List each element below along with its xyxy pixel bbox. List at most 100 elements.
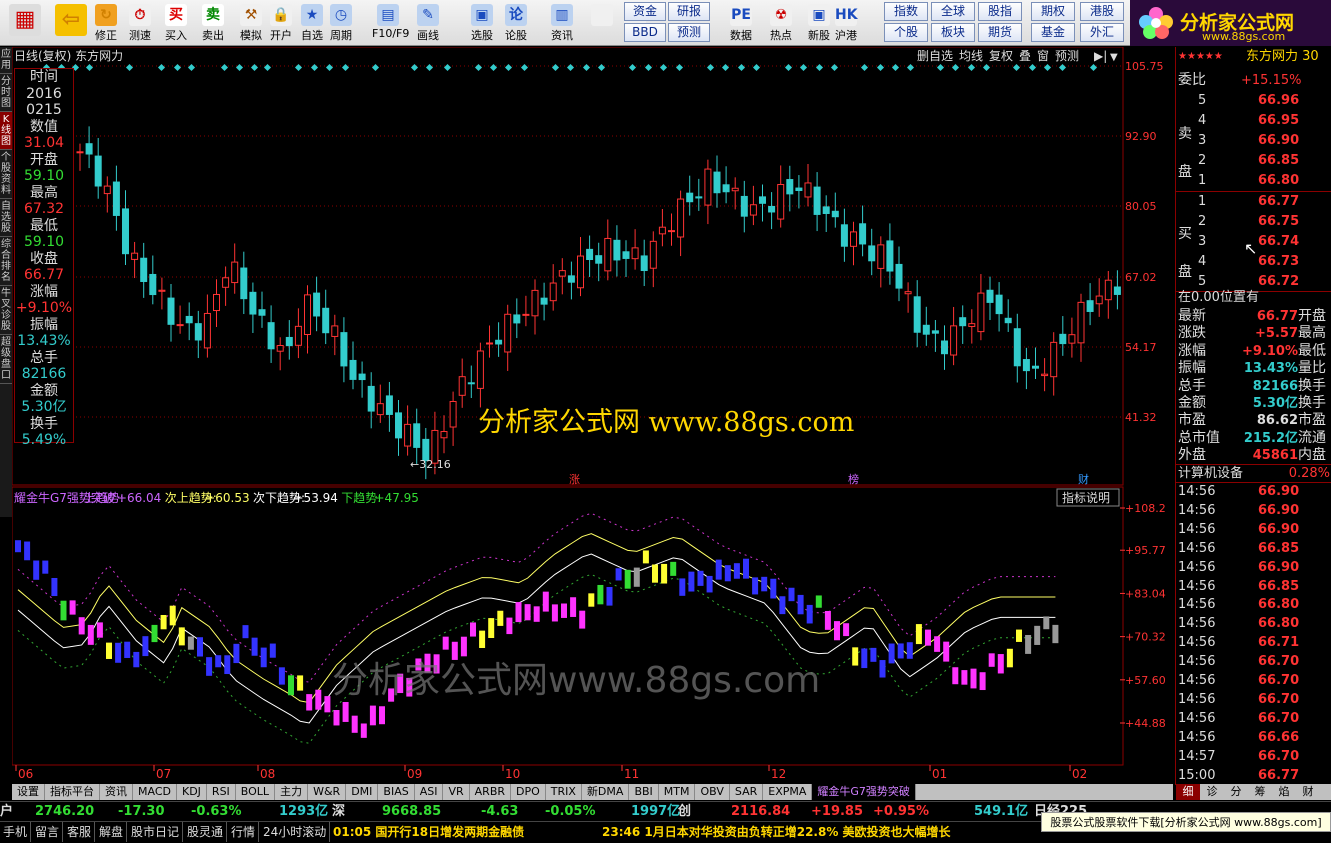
kline-chart-area[interactable]: 日线(复权) 东方网力 删自选 均线 复权叠窗预测 ▶| ▼ 105.75 92.90 80.0… [11,46,1173,797]
toolbar-btn-12[interactable]: ▣ 选股 [466,2,498,44]
buy-level-row[interactable]: 1 66.77 [1176,192,1331,211]
ad-banner[interactable]: 股票公式股票软件下载[分析家公式网 www.88gs.com] [1041,812,1331,832]
news-headline-1[interactable]: 01:05 国开行18日增发两期金融债 [333,822,524,842]
news-nav-4[interactable]: 股市日记 [128,822,184,842]
toolbar-btn-6[interactable]: ⚒ 模拟 [235,2,267,44]
news-nav-0[interactable]: 手机 [0,822,32,842]
indicator-tab-9[interactable]: DMI [346,784,379,800]
indicator-tab-12[interactable]: VR [443,784,470,800]
rpanel-tab-2[interactable]: 分 [1224,784,1248,800]
toolbar-btn-15[interactable] [586,2,618,44]
toolbar-grid-4[interactable]: 指数 [884,2,928,21]
rpanel-tab-3[interactable]: 筹 [1248,784,1272,800]
indicator-tab-4[interactable]: KDJ [177,784,207,800]
indicator-tab-21[interactable]: EXPMA [763,784,813,800]
sidebar-tab-7[interactable]: 超级盘口 [0,335,12,384]
toolbar-grid-9[interactable]: 个股 [884,23,928,42]
toolbar-grid-2[interactable]: BBD [624,23,666,42]
indicator-tab-22[interactable]: 耀金牛G7强势突破 [812,784,916,800]
indicator-tab-5[interactable]: RSI [207,784,236,800]
indicator-tab-20[interactable]: SAR [730,784,764,800]
toolbar-grid-0[interactable]: 资金 [624,2,666,21]
indicator-tab-11[interactable]: ASI [415,784,444,800]
toolbar-btn-1[interactable]: ⇦ [50,2,92,44]
sidebar-tab-4[interactable]: 自选股 [0,199,12,237]
toolbar-btn-9[interactable]: ◷ 周期 [325,2,357,44]
news-nav-5[interactable]: 股灵通 [184,822,228,842]
sidebar-tab-0[interactable]: 应用 [0,47,12,74]
toolbar-btn-13[interactable]: 论论股堂 [500,2,532,58]
chart-canvas[interactable]: 日线(复权) 东方网力 删自选 均线 复权叠窗预测 ▶| ▼ 105.75 92.90 80.0… [11,46,1173,785]
chart-menu-3[interactable]: 叠 [1019,49,1031,63]
rpanel-tab-0[interactable]: 细 [1176,784,1200,800]
toolbar-grid-11[interactable]: 期货 [978,23,1022,42]
dropdown-icon[interactable]: ▼ [1110,52,1118,63]
toolbar-grid-10[interactable]: 板块 [931,23,975,42]
indicator-tab-14[interactable]: DPO [511,784,546,800]
toolbar-btn-5[interactable]: 卖卖出 [197,2,229,44]
sell-level-row[interactable]: 2 66.85 [1176,151,1331,170]
sell-level-row[interactable]: 5 66.96 [1176,91,1331,110]
toolbar-grid-12[interactable]: 基金 [1031,23,1075,42]
toolbar-btn-17[interactable]: PE 数据 [725,2,757,44]
toolbar-grid-6[interactable]: 股指 [978,2,1022,21]
toolbar-btn-14[interactable]: ▥ 资讯 [546,2,578,44]
sell-level-row[interactable]: 1 66.80 [1176,171,1331,190]
sell-level-row[interactable]: 4 66.95 [1176,111,1331,130]
play-icon[interactable]: ▶| [1094,49,1107,63]
indicator-tab-6[interactable]: BOLL [236,784,276,800]
toolbar-btn-2[interactable]: ↻ 修正 [90,2,122,44]
indicator-tab-1[interactable]: 指标平台 [45,784,100,800]
news-nav-6[interactable]: 行情 [228,822,260,842]
toolbar-grid-13[interactable]: 外汇 [1080,23,1124,42]
toolbar-grid-3[interactable]: 预测 [668,23,710,42]
chart-menu-2[interactable]: 复权 [989,49,1013,63]
indicator-tab-7[interactable]: 主力 [275,784,309,800]
chart-menu-5[interactable]: 预测 [1055,49,1079,63]
toolbar-grid-1[interactable]: 研报 [668,2,710,21]
news-nav-7[interactable]: 24小时滚动 [260,822,331,842]
toolbar-grid-7[interactable]: 期权 [1031,2,1075,21]
sidebar-tab-6[interactable]: 牛叉诊股 [0,286,12,335]
news-nav-3[interactable]: 解盘 [96,822,128,842]
event-tag[interactable]: 涨 [569,473,580,486]
chart-menu-1[interactable]: 均线 [959,49,983,63]
news-headline-2[interactable]: 23:46 1月日本对华投资由负转正增22.8% 美欧投资也大幅增长 [602,822,951,842]
event-tag[interactable]: 榜 [848,472,859,486]
chart-menu-0[interactable]: 删自选 [917,49,953,63]
toolbar-grid-8[interactable]: 港股 [1080,2,1124,21]
news-nav-2[interactable]: 客服 [64,822,96,842]
indicator-tab-10[interactable]: BIAS [378,784,415,800]
toolbar-grid-5[interactable]: 全球 [931,2,975,21]
toolbar-btn-4[interactable]: 买买入 [160,2,192,44]
indicator-tab-2[interactable]: 资讯 [100,784,133,800]
toolbar-btn-11[interactable]: ✎ 画线 [412,2,444,44]
indicator-tab-8[interactable]: W&R [308,784,347,800]
toolbar-btn-8[interactable]: ★ 自选股 [296,2,328,58]
sidebar-tab-5[interactable]: 综合排名 [0,237,12,286]
sidebar-tab-3[interactable]: 个股资料 [0,150,12,199]
chart-menu-4[interactable]: 窗 [1037,49,1049,63]
indicator-tab-17[interactable]: BBI [629,784,659,800]
indicator-tab-16[interactable]: 新DMA [582,784,630,800]
indicator-tab-18[interactable]: MTM [659,784,696,800]
event-tag[interactable]: 财 [1078,472,1089,486]
indicator-tab-0[interactable]: 设置 [12,784,45,800]
indicator-tab-15[interactable]: TRIX [546,784,582,800]
news-nav-1[interactable]: 留言 [32,822,64,842]
rpanel-tab-4[interactable]: 焰 [1272,784,1296,800]
indicator-tab-3[interactable]: MACD [133,784,177,800]
rpanel-tab-1[interactable]: 诊 [1200,784,1224,800]
toolbar-btn-10[interactable]: ▤ F10/F9 [372,2,409,44]
sector-row[interactable]: 计算机设备 0.28% [1176,464,1331,483]
toolbar-btn-0[interactable]: ▦ [4,2,46,44]
sidebar-tab-1[interactable]: 分时图 [0,74,12,112]
toolbar-btn-7[interactable]: 🔒 开户 [265,2,297,44]
rpanel-tab-5[interactable]: 财 [1296,784,1320,800]
indicator-tab-19[interactable]: OBV [695,784,730,800]
sell-level-row[interactable]: 3 66.90 [1176,131,1331,150]
toolbar-btn-18[interactable]: ☢ 热点 [765,2,797,44]
indicator-tab-13[interactable]: ARBR [470,784,512,800]
toolbar-btn-20[interactable]: HK 沪港通 [830,2,862,58]
buy-level-row[interactable]: 2 66.75 [1176,212,1331,231]
